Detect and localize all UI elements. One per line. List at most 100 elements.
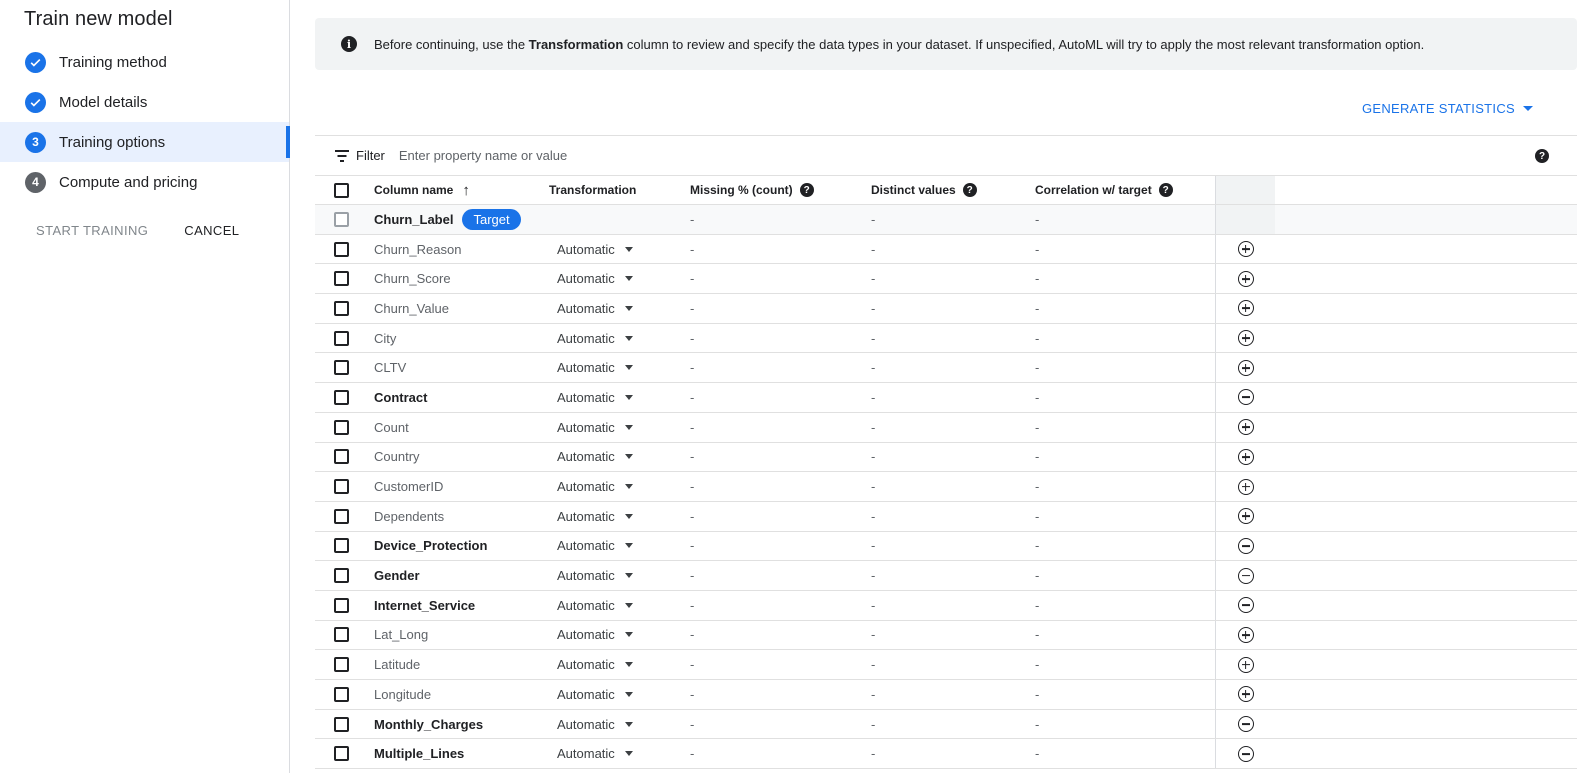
info-banner: i Before continuing, use the Transformat…: [315, 18, 1577, 70]
row-checkbox[interactable]: [334, 300, 349, 316]
step-training-options[interactable]: 3 Training options: [0, 122, 290, 162]
row-checkbox[interactable]: [334, 568, 349, 584]
transformation-dropdown[interactable]: Automatic: [557, 271, 633, 286]
row-checkbox[interactable]: [334, 508, 349, 524]
column-name: Count: [374, 419, 409, 435]
add-circle-icon[interactable]: [1237, 656, 1254, 673]
transformation-dropdown[interactable]: Automatic: [557, 657, 633, 672]
distinct-value: -: [871, 479, 876, 495]
row-checkbox[interactable]: [334, 271, 349, 287]
start-training-button[interactable]: START TRAINING: [24, 219, 160, 242]
step-model-details[interactable]: Model details: [0, 82, 289, 122]
transformation-dropdown[interactable]: Automatic: [557, 479, 633, 494]
remove-circle-icon[interactable]: [1237, 597, 1254, 614]
table-row: CustomerID Automatic - - -: [315, 472, 1577, 502]
row-checkbox[interactable]: [334, 538, 349, 554]
remove-circle-icon[interactable]: [1237, 567, 1254, 584]
remove-circle-icon[interactable]: [1237, 389, 1254, 406]
transformation-dropdown[interactable]: Automatic: [557, 538, 633, 553]
correlation-value: -: [1035, 419, 1040, 435]
add-circle-icon[interactable]: [1237, 359, 1254, 376]
cancel-button[interactable]: CANCEL: [172, 219, 251, 242]
transformation-value: Automatic: [557, 330, 615, 346]
generate-statistics-button[interactable]: GENERATE STATISTICS: [1362, 101, 1533, 116]
transformation-dropdown[interactable]: Automatic: [557, 360, 633, 375]
sort-ascending-icon[interactable]: ↑: [462, 182, 470, 199]
add-circle-icon[interactable]: [1237, 241, 1254, 258]
remove-circle-icon[interactable]: [1237, 745, 1254, 762]
correlation-value: -: [1035, 300, 1040, 316]
help-icon[interactable]: ?: [962, 183, 977, 197]
transformation-dropdown[interactable]: Automatic: [557, 242, 633, 257]
row-checkbox[interactable]: [334, 389, 349, 405]
help-icon[interactable]: ?: [1535, 149, 1549, 163]
add-circle-icon[interactable]: [1237, 300, 1254, 317]
transformation-value: Automatic: [557, 449, 615, 465]
correlation-value: -: [1035, 389, 1040, 405]
step-compute-and-pricing[interactable]: 4 Compute and pricing: [0, 162, 289, 202]
filter-input[interactable]: [398, 148, 1099, 163]
add-circle-icon[interactable]: [1237, 508, 1254, 525]
step-training-method[interactable]: Training method: [0, 42, 289, 82]
caret-down-icon: [624, 305, 633, 311]
row-checkbox[interactable]: [334, 330, 349, 346]
select-all-checkbox[interactable]: [334, 182, 349, 198]
correlation-value: -: [1035, 657, 1040, 673]
transformation-dropdown[interactable]: Automatic: [557, 301, 633, 316]
transformation-value: Automatic: [557, 716, 615, 732]
missing-value: -: [690, 479, 695, 495]
caret-down-icon: [624, 691, 633, 697]
transformation-dropdown[interactable]: Automatic: [557, 509, 633, 524]
table-row: Longitude Automatic - - -: [315, 680, 1577, 710]
row-checkbox[interactable]: [334, 716, 349, 732]
add-circle-icon[interactable]: [1237, 448, 1254, 465]
row-checkbox[interactable]: [334, 627, 349, 643]
transformation-dropdown[interactable]: Automatic: [557, 746, 633, 761]
info-banner-text: Before continuing, use the Transformatio…: [374, 36, 1425, 52]
row-checkbox[interactable]: [334, 746, 349, 762]
distinct-value: -: [871, 597, 876, 613]
row-checkbox[interactable]: [334, 479, 349, 495]
step-label: Compute and pricing: [59, 173, 198, 191]
help-icon[interactable]: ?: [1158, 183, 1173, 197]
row-checkbox[interactable]: [334, 597, 349, 613]
help-icon[interactable]: ?: [799, 183, 814, 197]
transformation-dropdown[interactable]: Automatic: [557, 627, 633, 642]
column-header-column-name[interactable]: Column name: [374, 183, 453, 197]
transformation-value: Automatic: [557, 568, 615, 584]
filter-icon[interactable]: [335, 149, 349, 162]
add-circle-icon[interactable]: [1237, 270, 1254, 287]
row-checkbox[interactable]: [334, 241, 349, 257]
caret-down-icon: [624, 632, 633, 638]
remove-circle-icon[interactable]: [1237, 716, 1254, 733]
row-checkbox[interactable]: [334, 686, 349, 702]
step-number-badge: 4: [25, 171, 46, 193]
transformation-dropdown[interactable]: Automatic: [557, 449, 633, 464]
distinct-value: -: [871, 627, 876, 643]
add-circle-icon[interactable]: [1237, 686, 1254, 703]
missing-value: -: [690, 389, 695, 405]
step-label: Model details: [59, 93, 148, 111]
add-circle-icon[interactable]: [1237, 626, 1254, 643]
column-name: Churn_Reason: [374, 241, 462, 257]
transformation-dropdown[interactable]: Automatic: [557, 598, 633, 613]
transformation-dropdown[interactable]: Automatic: [557, 331, 633, 346]
transformation-dropdown[interactable]: Automatic: [557, 687, 633, 702]
row-checkbox[interactable]: [334, 657, 349, 673]
caret-down-icon: [624, 424, 633, 430]
transformation-dropdown[interactable]: Automatic: [557, 420, 633, 435]
row-checkbox[interactable]: [334, 360, 349, 376]
row-checkbox[interactable]: [334, 419, 349, 435]
transformation-dropdown[interactable]: Automatic: [557, 717, 633, 732]
add-circle-icon[interactable]: [1237, 330, 1254, 347]
remove-circle-icon[interactable]: [1237, 537, 1254, 554]
distinct-value: -: [871, 508, 876, 524]
column-name: Churn_Value: [374, 300, 449, 316]
distinct-value: -: [871, 538, 876, 554]
transformation-dropdown[interactable]: Automatic: [557, 390, 633, 405]
add-circle-icon[interactable]: [1237, 478, 1254, 495]
transformation-dropdown[interactable]: Automatic: [557, 568, 633, 583]
row-checkbox[interactable]: [334, 449, 349, 465]
add-circle-icon[interactable]: [1237, 419, 1254, 436]
table-row: Count Automatic - - -: [315, 412, 1577, 443]
